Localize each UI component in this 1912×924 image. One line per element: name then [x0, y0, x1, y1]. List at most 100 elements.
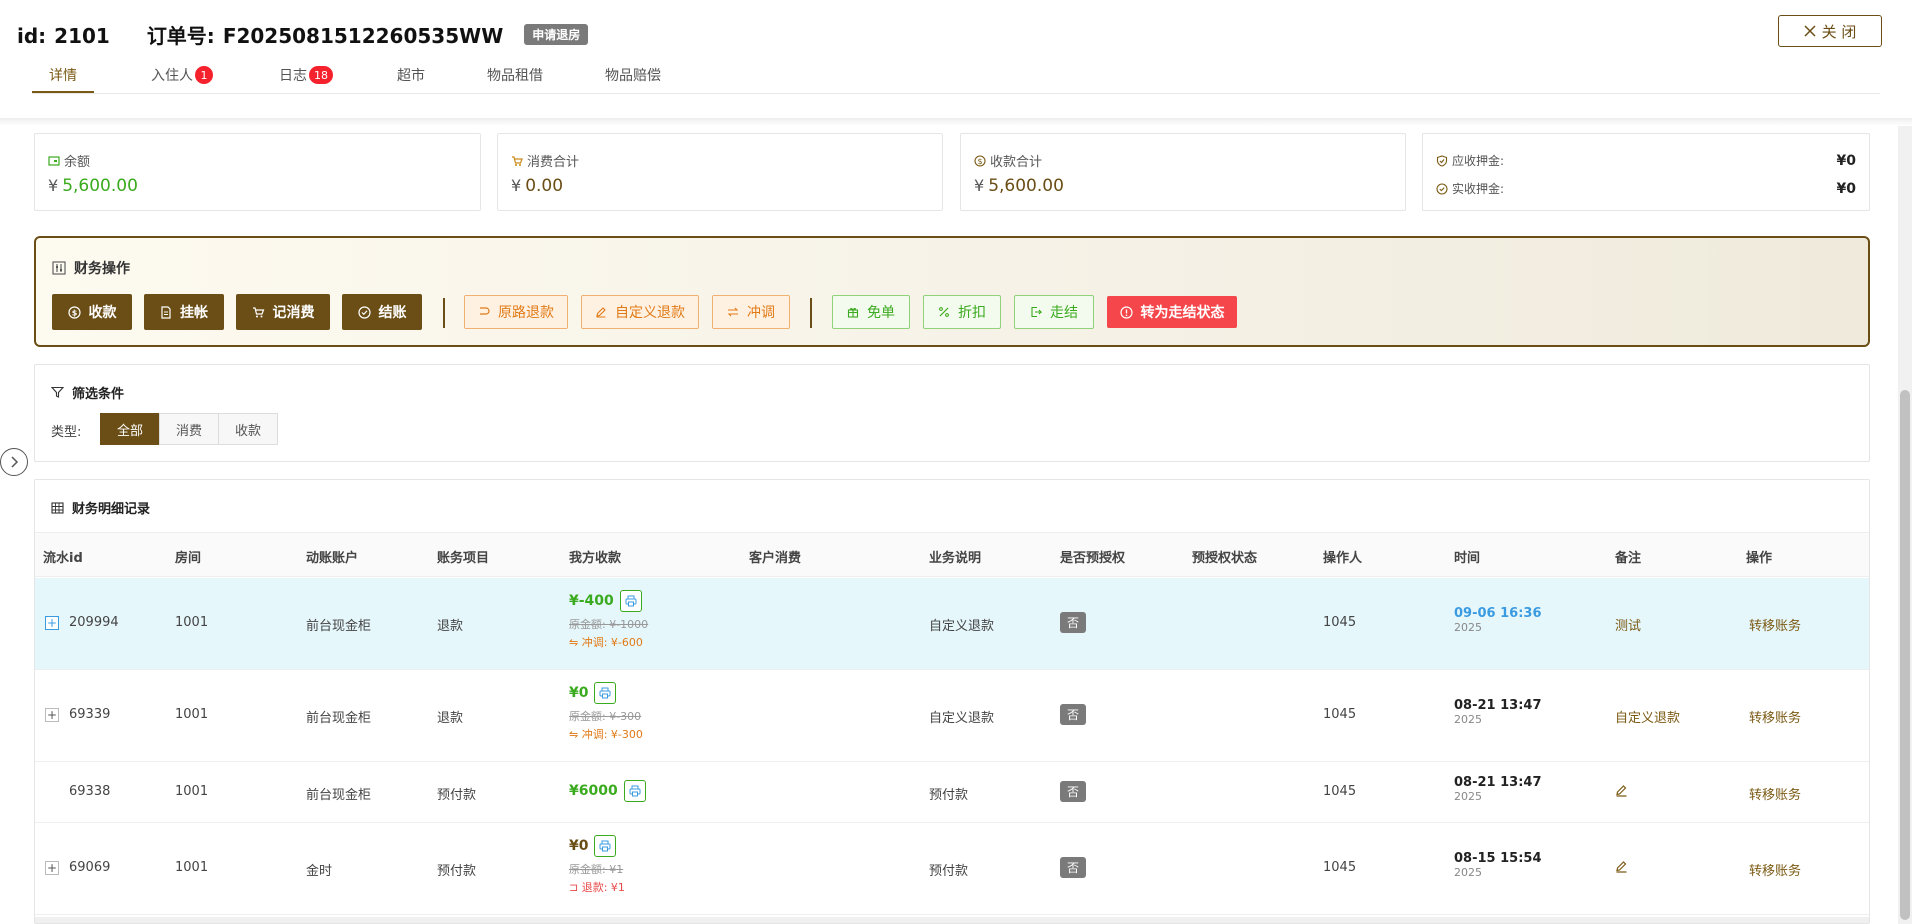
filter-option-all[interactable]: 全部	[100, 413, 161, 445]
filter-panel: 筛选条件 类型: 全部 消费 收款	[34, 364, 1870, 462]
status-badge: 申请退房	[524, 24, 589, 45]
edit-icon	[1615, 860, 1628, 873]
expand-row-button[interactable]: +	[45, 861, 59, 875]
scrollbar-thumb[interactable]	[1900, 390, 1910, 920]
printer-icon	[599, 687, 611, 699]
col-preauth-status: 预授权状态	[1192, 551, 1258, 566]
transfer-account-link[interactable]: 转移账务	[1749, 615, 1801, 634]
table-header: 流水id 房间 动账账户 账务项目 我方收款 客户消费 业务说明 是否预授权 预…	[35, 532, 1869, 577]
print-receipt-button[interactable]	[594, 682, 617, 704]
filter-option-consumption[interactable]: 消费	[159, 413, 220, 445]
button-group-separator-2	[810, 298, 812, 328]
alert-circle-icon	[1119, 305, 1133, 319]
transfer-account-link[interactable]: 转移账务	[1749, 784, 1801, 803]
deposit-due-value: ¥0	[1836, 152, 1856, 169]
col-item: 账务项目	[437, 551, 490, 566]
preauth-badge: 否	[1060, 612, 1087, 633]
dollar-circle-icon: $	[974, 154, 986, 167]
preauth-badge: 否	[1060, 857, 1087, 878]
edit-note-button[interactable]	[1615, 860, 1628, 877]
deposit-card: 应收押金: ¥0 实收押金: ¥0	[1422, 133, 1870, 211]
percent-icon	[938, 306, 950, 318]
document-icon	[160, 305, 172, 319]
receipt-amount: ¥0	[569, 685, 589, 701]
record-consumption-button[interactable]: 记消费	[236, 294, 330, 330]
edit-icon	[595, 306, 607, 318]
cart-icon	[252, 306, 265, 319]
col-note: 备注	[1615, 551, 1642, 566]
print-receipt-button[interactable]	[594, 835, 617, 857]
discount-button[interactable]: 折扣	[923, 295, 1001, 329]
printer-icon	[599, 840, 611, 852]
id-label: id:	[17, 24, 47, 48]
balance-card: 余额 ¥5,600.00	[34, 133, 481, 211]
edit-icon	[1615, 784, 1628, 797]
order-value: F2025081512260535WW	[222, 24, 504, 48]
dollar-circle-icon: $	[67, 305, 81, 319]
col-actions: 操作	[1746, 551, 1773, 566]
printer-icon	[629, 785, 641, 797]
tabs-divider	[32, 93, 1880, 94]
print-receipt-button[interactable]	[623, 780, 646, 802]
type-filter-label: 类型:	[51, 425, 82, 440]
edit-note-button[interactable]	[1615, 784, 1628, 801]
col-room: 房间	[175, 551, 202, 566]
guests-count-badge: 1	[195, 66, 213, 84]
balance-value: 5,600.00	[62, 176, 138, 196]
tab-guests[interactable]: 入住人 1	[134, 58, 230, 92]
filter-option-receipt[interactable]: 收款	[218, 413, 279, 445]
custom-refund-button[interactable]: 自定义退款	[581, 295, 699, 329]
sliders-icon	[52, 261, 66, 275]
tab-supermarket[interactable]: 超市	[380, 58, 442, 92]
checkout-button[interactable]: 结账	[342, 294, 422, 330]
adjust-button[interactable]: 冲调	[712, 295, 790, 329]
receipt-amount: ¥6000	[569, 783, 618, 799]
col-account: 动账账户	[306, 551, 359, 566]
receipt-amount: ¥-400	[569, 593, 614, 609]
table-row: 69338 1001 前台现金柜 预付款 ¥6000 预付款 否 1045 08…	[35, 762, 1869, 823]
chevron-right-icon	[9, 456, 19, 468]
col-our-receipt: 我方收款	[569, 551, 622, 566]
transfer-account-link[interactable]: 转移账务	[1749, 860, 1801, 879]
leave-unsettled-button[interactable]: 走结	[1014, 295, 1094, 329]
tab-log[interactable]: 日志 18	[262, 58, 350, 92]
id-value: 2101	[54, 24, 110, 48]
shield-icon	[1436, 154, 1448, 167]
transfer-account-link[interactable]: 转移账务	[1749, 707, 1801, 726]
expand-row-button[interactable]: +	[45, 708, 59, 722]
free-of-charge-button[interactable]: 免单	[832, 295, 910, 329]
tab-item-compensation[interactable]: 物品赔偿	[588, 58, 678, 92]
expand-row-button[interactable]: +	[45, 616, 59, 630]
col-flow-id: 流水id	[43, 551, 83, 566]
finance-operations-panel: 财务操作 $ 收款 挂帐 记消费 结账 原路退款 自定义退款 冲调 免单 折扣 …	[34, 236, 1870, 347]
table-row: + 209994 1001 前台现金柜 退款 ¥-400 原金额: ¥-1000…	[35, 578, 1869, 670]
print-receipt-button[interactable]	[619, 590, 642, 612]
col-time: 时间	[1454, 551, 1481, 566]
wallet-icon	[48, 155, 60, 167]
col-is-preauth: 是否预授权	[1060, 551, 1126, 566]
button-group-separator	[443, 298, 445, 328]
horizontal-scrollbar[interactable]	[35, 917, 1869, 923]
sidebar-expand-toggle[interactable]	[0, 448, 28, 476]
swap-icon	[727, 306, 739, 318]
receipt-total-card: $ 收款合计 ¥5,600.00	[960, 133, 1406, 211]
convert-to-unsettled-button[interactable]: 转为走结状态	[1107, 296, 1237, 328]
header-shadow	[0, 118, 1912, 126]
table-row: + 69069 1001 金时 预付款 ¥0 原金额: ¥1 ⊐ 退款: ¥1 …	[35, 823, 1869, 915]
order-label: 订单号:	[146, 24, 215, 48]
close-icon	[1804, 25, 1816, 37]
col-description: 业务说明	[929, 551, 982, 566]
exit-icon	[1030, 306, 1042, 318]
close-button[interactable]: 关 闭	[1778, 15, 1882, 47]
page-title: id: 2101 订单号: F2025081512260535WW 申请退房	[17, 20, 589, 49]
collect-payment-button[interactable]: $ 收款	[52, 294, 132, 330]
original-refund-button[interactable]: 原路退款	[464, 295, 568, 329]
tab-item-rental[interactable]: 物品租借	[470, 58, 560, 92]
col-operator: 操作人	[1323, 551, 1363, 566]
tab-details[interactable]: 详情	[32, 58, 94, 92]
filter-icon	[51, 386, 64, 399]
charge-to-account-button[interactable]: 挂帐	[144, 294, 224, 330]
svg-text:$: $	[71, 308, 77, 317]
close-label: 关 闭	[1821, 22, 1857, 41]
check-circle-icon	[357, 305, 371, 319]
